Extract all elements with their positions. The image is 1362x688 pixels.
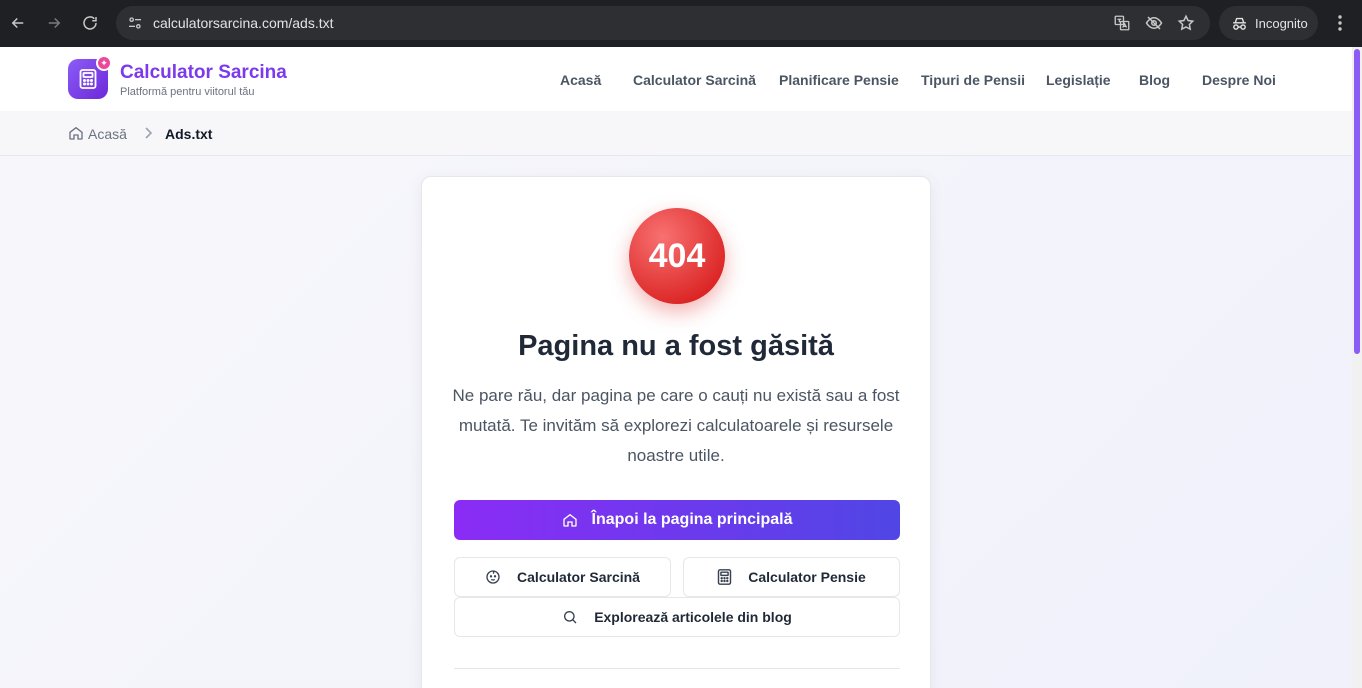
incognito-icon [1233, 17, 1246, 30]
calculator-icon [79, 69, 97, 89]
breadcrumb-current: Ads.txt [165, 126, 213, 142]
explore-blog-label: Explorează articolele din blog [594, 609, 792, 625]
back-home-label: Înapoi la pagina principală [591, 511, 793, 528]
breadcrumb-home[interactable]: Acasă [88, 126, 127, 142]
browser-menu-button[interactable] [1330, 10, 1350, 36]
pension-calculator-button[interactable]: Calculator Pensie [683, 557, 900, 597]
breadcrumb: Acasă Ads.txt [0, 111, 1352, 156]
pregnancy-calculator-label: Calculator Sarcină [517, 569, 640, 585]
eye-off-icon[interactable] [1143, 12, 1165, 34]
error-description: Ne pare rău, dar pagina pe care o cauți … [452, 386, 900, 465]
brand-tagline: Platformă pentru viitorul tău [120, 86, 255, 98]
incognito-label: Incognito [1255, 15, 1308, 31]
scrollbar-thumb[interactable] [1354, 49, 1360, 354]
brand-name[interactable]: Calculator Sarcina [120, 62, 287, 84]
sparkle-badge-icon: ✦ [96, 55, 112, 71]
site-settings-icon[interactable] [124, 12, 146, 34]
back-button[interactable] [3, 8, 33, 38]
home-icon[interactable] [68, 125, 84, 141]
nav-link-legislatie[interactable]: Legislație [1046, 72, 1111, 88]
arrow-right-icon [48, 17, 61, 29]
explore-blog-button[interactable]: Explorează articolele din blog [454, 597, 900, 637]
address-bar[interactable]: calculatorsarcina.com/ads.txt [116, 6, 1210, 40]
error-code-badge: 404 [629, 208, 725, 304]
more-vertical-icon [1338, 15, 1342, 31]
nav-link-blog[interactable]: Blog [1139, 72, 1170, 88]
error-card: 404 Pagina nu a fost găsită Ne pare rău,… [421, 176, 931, 688]
chevron-right-icon [145, 127, 153, 139]
page-scrollbar[interactable] [1352, 47, 1362, 688]
incognito-indicator[interactable]: Incognito [1219, 6, 1318, 40]
nav-link-calculator-sarcina[interactable]: Calculator Sarcină [633, 72, 756, 88]
translate-icon[interactable] [1111, 12, 1133, 34]
url-text[interactable]: calculatorsarcina.com/ads.txt [153, 15, 334, 31]
site-header: ✦ Calculator Sarcina Platformă pentru vi… [0, 47, 1352, 111]
forward-button[interactable] [39, 8, 69, 38]
divider [454, 668, 900, 669]
bookmark-star-icon[interactable] [1175, 12, 1197, 34]
home-icon [562, 513, 577, 527]
search-icon [564, 611, 577, 624]
reload-icon [83, 16, 97, 30]
nav-link-tipuri-de-pensii[interactable]: Tipuri de Pensii [921, 72, 1025, 88]
nav-link-despre-noi[interactable]: Despre Noi [1202, 72, 1276, 88]
error-title: Pagina nu a fost găsită [518, 330, 834, 362]
calculator-icon [718, 569, 732, 585]
arrow-left-icon [11, 17, 24, 29]
nav-link-acasa[interactable]: Acasă [560, 72, 601, 88]
reload-button[interactable] [75, 8, 105, 38]
baby-face-icon [486, 570, 500, 584]
back-home-button[interactable]: Înapoi la pagina principală [454, 500, 900, 540]
browser-toolbar: calculatorsarcina.com/ads.txt Incognito [0, 0, 1362, 47]
nav-link-planificare-pensie[interactable]: Planificare Pensie [779, 72, 899, 88]
pregnancy-calculator-button[interactable]: Calculator Sarcină [454, 557, 671, 597]
pension-calculator-label: Calculator Pensie [748, 569, 866, 585]
